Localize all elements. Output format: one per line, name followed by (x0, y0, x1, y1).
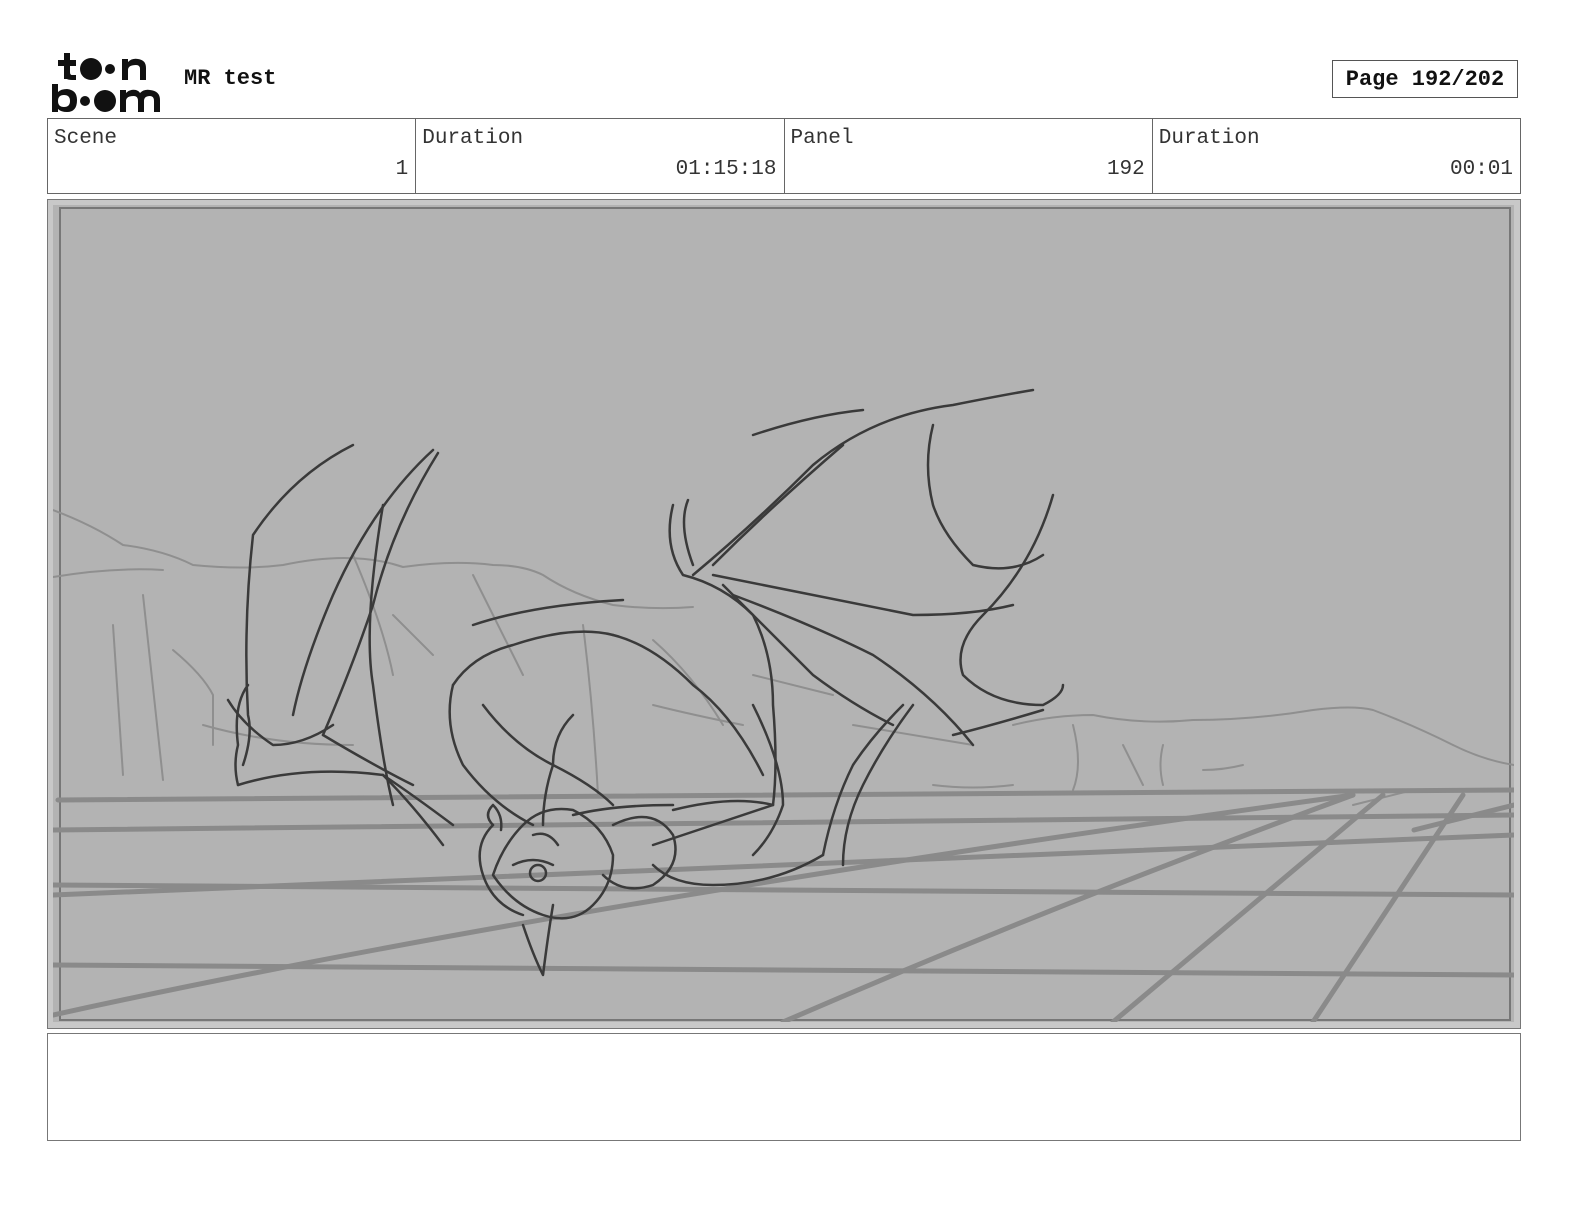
logo-letter (52, 84, 77, 112)
logo-dot (94, 90, 116, 112)
logo-dot (80, 96, 90, 106)
scene-duration-value: 01:15:18 (675, 158, 777, 181)
storyboard-sketch-image (53, 205, 1514, 1022)
panel-cell: Panel 192 (785, 119, 1153, 193)
panel-notes-box (47, 1033, 1521, 1141)
scene-info-table: Scene 1 Duration 01:15:18 Panel 192 Dura… (47, 118, 1521, 194)
logo-letter (120, 89, 160, 112)
storyboard-panel (47, 199, 1521, 1029)
panel-label: Panel (790, 127, 854, 150)
scene-duration-label: Duration (422, 127, 524, 150)
page-number-label: Page 192/202 (1345, 66, 1505, 92)
panel-value: 192 (1106, 158, 1145, 181)
project-title: MR test (184, 66, 277, 91)
scene-duration-cell: Duration 01:15:18 (416, 119, 785, 193)
panel-duration-cell: Duration 00:01 (1153, 119, 1520, 193)
logo-dot (80, 58, 102, 80)
logo-dot (105, 64, 115, 74)
page-number-badge: Page 192/202 (1332, 60, 1518, 98)
scene-value: 1 (395, 158, 409, 181)
logo-letter (58, 60, 76, 66)
scene-cell: Scene 1 (48, 119, 417, 193)
toon-boom-logo (52, 53, 160, 112)
scene-label: Scene (54, 127, 118, 150)
logo-letter (122, 58, 146, 80)
panel-duration-value: 00:01 (1449, 158, 1513, 181)
panel-duration-label: Duration (1158, 127, 1260, 150)
